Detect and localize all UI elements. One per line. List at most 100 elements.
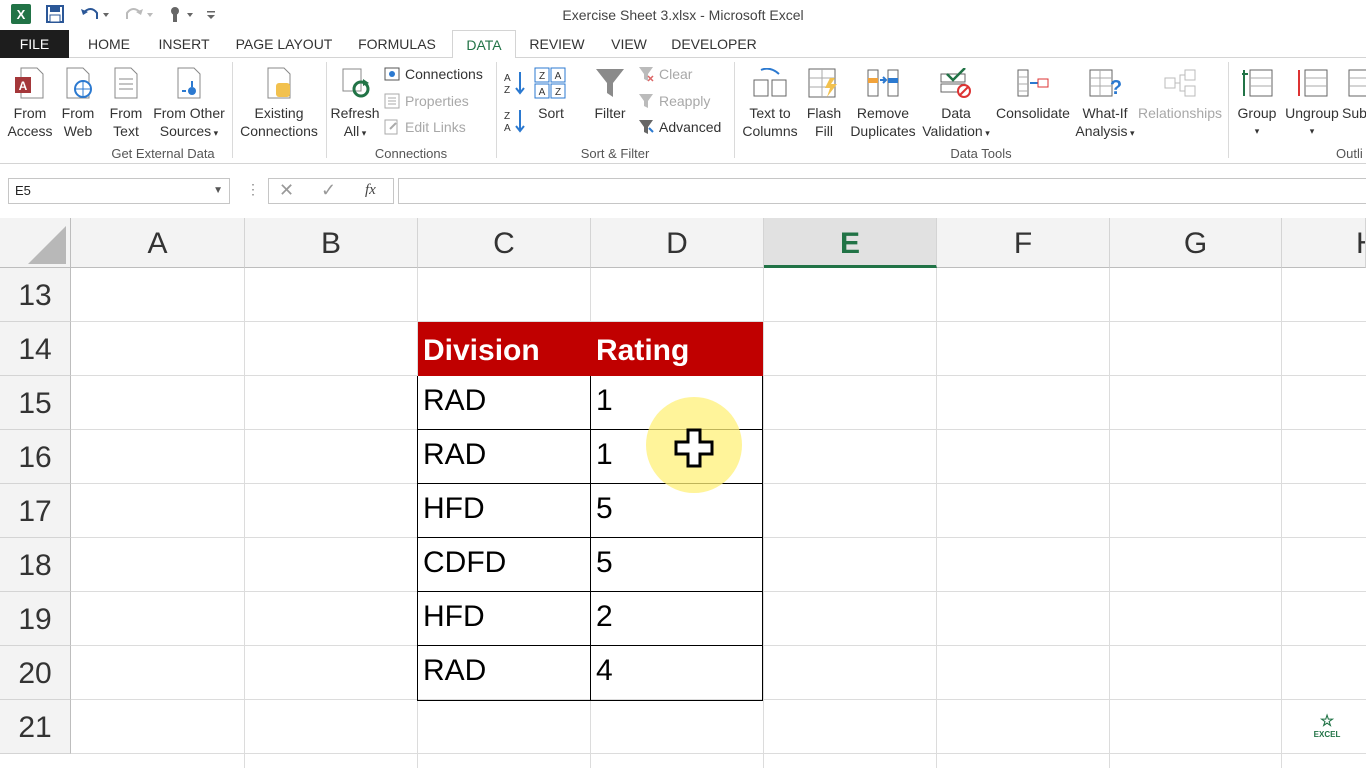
reapply-icon <box>639 94 653 108</box>
group-label-data-tools: Data Tools <box>950 146 1012 161</box>
column-header-f[interactable]: F <box>937 218 1110 268</box>
sort-button[interactable]: ZAAZ Sort <box>530 66 572 122</box>
svg-text:Z: Z <box>504 111 510 122</box>
column-header-h[interactable]: H <box>1282 218 1366 268</box>
insert-function-icon[interactable]: fx <box>365 182 376 199</box>
dropdown-arrow-icon[interactable]: ▼ <box>213 179 223 203</box>
tab-insert[interactable]: INSERT <box>150 30 218 58</box>
table-cell-rating[interactable]: 4 <box>591 646 763 700</box>
column-header-b[interactable]: B <box>245 218 418 268</box>
text-file-icon <box>109 66 143 100</box>
what-if-analysis-button[interactable]: ? What-If Analysis ▾ <box>1072 66 1138 142</box>
clear-button[interactable]: Clear <box>638 64 692 84</box>
table-cell-division[interactable]: CDFD <box>418 538 591 592</box>
group-button[interactable]: Group ▾ <box>1234 66 1280 140</box>
row-header-13[interactable]: 13 <box>0 268 71 322</box>
tab-page-layout[interactable]: PAGE LAYOUT <box>226 30 342 58</box>
table-header-rating[interactable]: Rating <box>591 322 763 376</box>
table-cell-division[interactable]: HFD <box>418 592 591 646</box>
text-to-columns-icon <box>753 66 787 100</box>
remove-duplicates-button[interactable]: Remove Duplicates <box>848 66 918 140</box>
reapply-button[interactable]: Reapply <box>638 91 710 111</box>
table-cell-division[interactable]: RAD <box>418 430 591 484</box>
table-border <box>417 537 763 538</box>
more-options-icon[interactable]: ⋮ <box>246 181 260 198</box>
connections-icon <box>384 67 400 81</box>
advanced-filter-icon <box>639 120 654 134</box>
consolidate-button[interactable]: Consolidate <box>994 66 1072 122</box>
tab-file[interactable]: FILE <box>0 30 69 58</box>
from-other-sources-button[interactable]: From Other Sources ▾ <box>150 66 228 142</box>
column-header-d[interactable]: D <box>591 218 764 268</box>
row-header-16[interactable]: 16 <box>0 430 71 484</box>
row-header-18[interactable]: 18 <box>0 538 71 592</box>
cancel-icon[interactable]: ✕ <box>279 180 294 201</box>
table-border <box>417 376 418 701</box>
group-label-get-external-data: Get External Data <box>111 146 215 161</box>
name-box[interactable]: E5 ▼ <box>8 178 230 204</box>
properties-icon <box>384 93 400 109</box>
gridline <box>1281 268 1282 768</box>
row-header-20[interactable]: 20 <box>0 646 71 700</box>
connections-button[interactable]: Connections <box>384 64 483 84</box>
tab-view[interactable]: VIEW <box>598 30 660 58</box>
row-header-21[interactable]: 21 <box>0 700 71 754</box>
row-header-14[interactable]: 14 <box>0 322 71 376</box>
tab-developer[interactable]: DEVELOPER <box>668 30 760 58</box>
edit-links-button[interactable]: Edit Links <box>384 117 466 137</box>
table-cell-division[interactable]: HFD <box>418 484 591 538</box>
select-all-button[interactable] <box>0 218 71 268</box>
column-header-c[interactable]: C <box>418 218 591 268</box>
spreadsheet-grid: A B C D E F G H 13 14 15 16 17 18 19 20 … <box>0 218 1366 768</box>
properties-button[interactable]: Properties <box>384 91 469 111</box>
row-header-17[interactable]: 17 <box>0 484 71 538</box>
data-validation-icon <box>939 66 973 100</box>
relationships-button[interactable]: Relationships <box>1138 66 1222 122</box>
dropdown-arrow-icon: ▾ <box>982 128 990 138</box>
from-web-button[interactable]: From Web <box>56 66 100 140</box>
table-header-division[interactable]: Division <box>418 322 591 376</box>
flash-fill-button[interactable]: Flash Fill <box>804 66 844 140</box>
sort-z-to-a-button[interactable]: ZA <box>502 108 528 138</box>
from-access-button[interactable]: A From Access <box>6 66 54 140</box>
table-cell-division[interactable]: RAD <box>418 646 591 700</box>
tab-home[interactable]: HOME <box>76 30 142 58</box>
table-cell-rating[interactable]: 2 <box>591 592 763 646</box>
table-border <box>762 376 763 701</box>
tab-review[interactable]: REVIEW <box>524 30 590 58</box>
column-header-e[interactable]: E <box>764 218 937 268</box>
table-cell-rating[interactable]: 5 <box>591 538 763 592</box>
sort-descending-icon: ZA <box>504 110 525 134</box>
tab-data[interactable]: DATA <box>452 30 516 59</box>
data-validation-button[interactable]: Data Validation ▾ <box>918 66 994 142</box>
from-text-button[interactable]: From Text <box>104 66 148 140</box>
advanced-button[interactable]: Advanced <box>638 117 721 137</box>
select-all-triangle-icon <box>28 226 66 264</box>
subtotal-icon <box>1342 66 1366 100</box>
enter-check-icon[interactable]: ✓ <box>321 180 336 201</box>
sort-a-to-z-button[interactable]: AZ <box>502 70 528 100</box>
row-header-15[interactable]: 15 <box>0 376 71 430</box>
existing-connections-button[interactable]: Existing Connections <box>238 66 320 140</box>
table-cell-rating[interactable]: 5 <box>591 484 763 538</box>
text-to-columns-button[interactable]: Text to Columns <box>740 66 800 140</box>
subtotal-button[interactable]: Sub <box>1342 66 1366 122</box>
cell-select-cursor-icon <box>674 428 714 468</box>
column-header-g[interactable]: G <box>1110 218 1282 268</box>
row-header-19[interactable]: 19 <box>0 592 71 646</box>
star-icon: ☆ <box>1319 713 1335 730</box>
dropdown-arrow-icon: ▾ <box>1127 128 1135 138</box>
flash-fill-icon <box>807 66 841 100</box>
window-title: Exercise Sheet 3.xlsx - Microsoft Excel <box>562 7 804 23</box>
tab-formulas[interactable]: FORMULAS <box>350 30 444 58</box>
ungroup-button[interactable]: Ungroup ▾ <box>1284 66 1340 140</box>
table-border <box>417 645 763 646</box>
table-cell-division[interactable]: RAD <box>418 376 591 430</box>
svg-text:Z: Z <box>504 85 510 96</box>
refresh-all-button[interactable]: Refresh All ▾ <box>330 66 380 142</box>
svg-text:Z: Z <box>539 71 545 82</box>
consolidate-icon <box>1016 66 1050 100</box>
column-header-a[interactable]: A <box>71 218 245 268</box>
filter-button[interactable]: Filter <box>588 66 632 122</box>
formula-input[interactable] <box>398 178 1366 204</box>
